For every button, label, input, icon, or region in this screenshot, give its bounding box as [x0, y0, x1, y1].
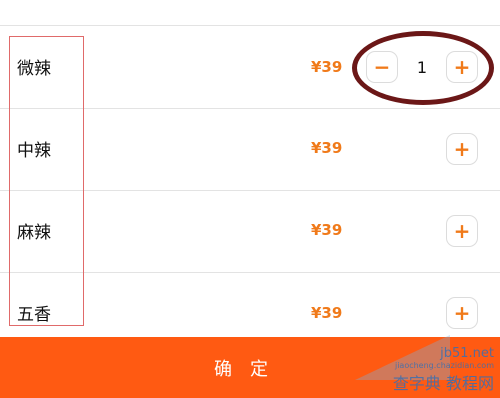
increase-button[interactable]: + — [446, 133, 478, 165]
price: ¥39 — [311, 58, 343, 76]
watermark: jb51.net jiaocheng.chazidian.com 查字典 教程网 — [393, 346, 494, 394]
price: ¥39 — [311, 221, 343, 239]
watermark-line: jb51.net — [440, 346, 494, 361]
annotation-rectangle — [9, 36, 84, 326]
watermark-line: jiaocheng.chazidian.com — [394, 361, 494, 370]
increase-button[interactable]: + — [446, 215, 478, 247]
price: ¥39 — [311, 304, 343, 322]
increase-button[interactable]: + — [446, 297, 478, 329]
price: ¥39 — [311, 139, 343, 157]
watermark-line: 查字典 教程网 — [392, 374, 494, 393]
annotation-ellipse — [352, 31, 494, 105]
